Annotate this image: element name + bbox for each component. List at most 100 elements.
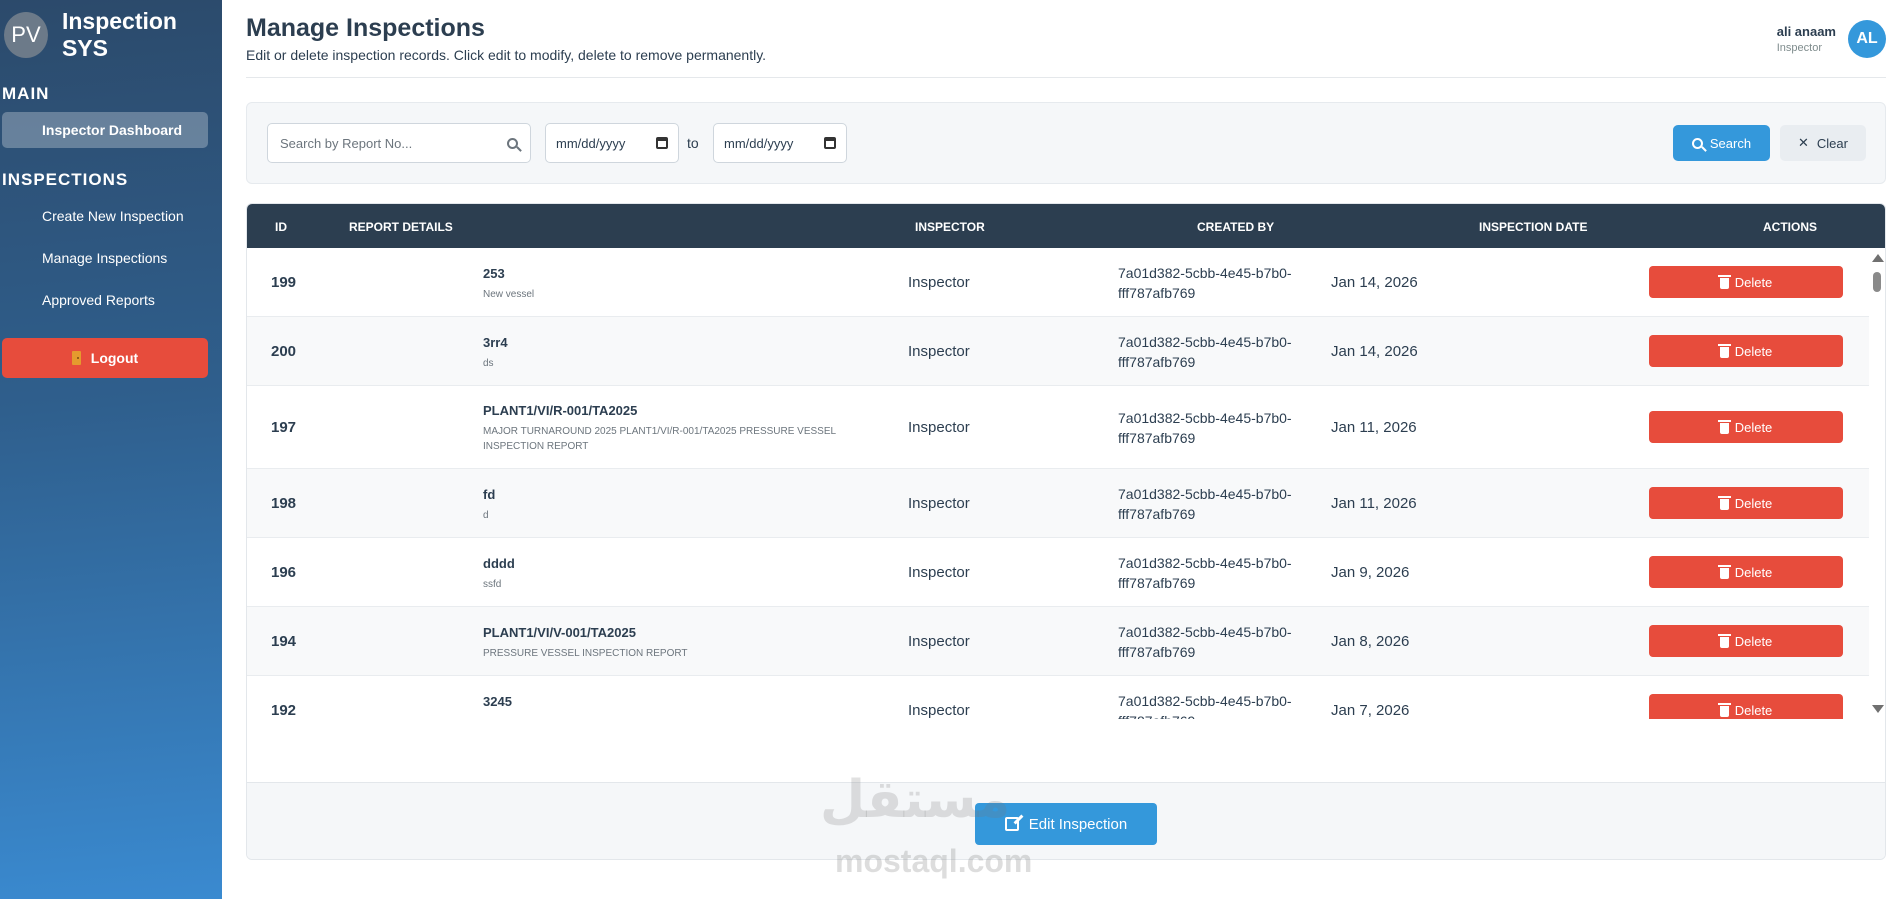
trash-icon <box>1717 702 1731 717</box>
row-created-by: 7a01d382-5cbb-4e45-b7b0-fff787afb769 <box>1118 486 1292 522</box>
scrollbar-thumb[interactable] <box>1873 272 1881 292</box>
delete-button[interactable]: Delete <box>1649 625 1843 657</box>
delete-button[interactable]: Delete <box>1649 487 1843 519</box>
table-body: 199 253 New vessel Inspector 7a01d382-5c… <box>247 248 1885 719</box>
user-menu[interactable]: ali anaam Inspector AL <box>1777 20 1886 58</box>
delete-button[interactable]: Delete <box>1649 335 1843 367</box>
door-icon <box>71 351 81 365</box>
delete-button[interactable]: Delete <box>1649 411 1843 443</box>
row-inspector: Inspector <box>908 495 970 512</box>
search-button[interactable]: Search <box>1673 125 1770 161</box>
search-box <box>267 123 531 163</box>
row-date: Jan 11, 2026 <box>1331 419 1417 436</box>
sidebar-item-manage[interactable]: Manage Inspections <box>2 240 208 276</box>
avatar[interactable]: AL <box>1848 20 1886 58</box>
sidebar-item-create[interactable]: Create New Inspection <box>2 198 208 234</box>
clear-button[interactable]: ✕ Clear <box>1780 125 1866 161</box>
row-created-by: 7a01d382-5cbb-4e45-b7b0-fff787afb769 <box>1118 334 1292 370</box>
brand: PV Inspection SYS <box>0 0 222 70</box>
table-row[interactable]: 200 3rr4 ds Inspector 7a01d382-5cbb-4e45… <box>247 317 1885 386</box>
row-report-title: fd <box>483 487 496 502</box>
row-id: 196 <box>271 564 297 581</box>
table-row[interactable]: 192 3245 Inspector 7a01d382-5cbb-4e45-b7… <box>247 676 1885 719</box>
row-report-title: 3245 <box>483 694 512 709</box>
row-created-by: 7a01d382-5cbb-4e45-b7b0-fff787afb769 <box>1118 265 1292 301</box>
row-inspector: Inspector <box>908 274 970 291</box>
search-icon[interactable] <box>507 137 518 149</box>
user-info: ali anaam Inspector <box>1777 24 1836 54</box>
date-range-to-label: to <box>687 135 699 151</box>
column-header-report-details: REPORT DETAILS <box>349 220 453 234</box>
row-id: 194 <box>271 633 297 650</box>
trash-icon <box>1717 495 1731 510</box>
delete-button[interactable]: Delete <box>1649 694 1843 719</box>
row-id: 197 <box>271 419 297 436</box>
row-created-by: 7a01d382-5cbb-4e45-b7b0-fff787afb769 <box>1118 624 1292 660</box>
date-to-input[interactable]: mm/dd/yyyy <box>713 123 847 163</box>
table-footer: Edit Inspection <box>247 782 1885 859</box>
trash-icon <box>1717 274 1731 289</box>
scroll-up-arrow-icon[interactable] <box>1872 254 1884 262</box>
watermark-text: mostaql.com <box>835 843 1033 879</box>
row-report-title: PLANT1/VI/V-001/TA2025 <box>483 625 636 640</box>
logout-button[interactable]: Logout <box>2 338 208 378</box>
row-id: 192 <box>271 702 297 719</box>
row-inspector: Inspector <box>908 633 970 650</box>
user-name: ali anaam <box>1776 24 1836 39</box>
calendar-icon[interactable] <box>656 137 668 149</box>
table-row[interactable]: 194 PLANT1/VI/V-001/TA2025 PRESSURE VESS… <box>247 607 1885 676</box>
scroll-down-arrow-icon[interactable] <box>1872 705 1884 713</box>
row-date: Jan 14, 2026 <box>1331 343 1418 360</box>
row-date: Jan 8, 2026 <box>1331 633 1410 650</box>
column-header-id: ID <box>275 220 287 234</box>
sidebar-item-approved[interactable]: Approved Reports <box>2 282 208 318</box>
table-row[interactable]: 196 dddd ssfd Inspector 7a01d382-5cbb-4e… <box>247 538 1885 607</box>
delete-label: Delete <box>1734 702 1773 718</box>
row-inspector: Inspector <box>908 419 970 436</box>
row-created-by: 7a01d382-5cbb-4e45-b7b0-fff787afb769 <box>1118 693 1292 719</box>
search-input[interactable] <box>280 135 507 151</box>
row-date: Jan 7, 2026 <box>1331 702 1410 719</box>
column-header-inspector: INSPECTOR <box>915 220 985 234</box>
trash-icon <box>1717 419 1731 434</box>
row-report-desc: PRESSURE VESSEL INSPECTION REPORT <box>483 648 688 659</box>
table-scrollbar[interactable] <box>1869 248 1885 719</box>
table-row[interactable]: 198 fd d Inspector 7a01d382-5cbb-4e45-b7… <box>247 469 1885 538</box>
edit-inspection-label: Edit Inspection <box>1028 815 1128 833</box>
row-date: Jan 11, 2026 <box>1331 495 1417 512</box>
page-subtitle: Edit or delete inspection records. Click… <box>246 47 767 63</box>
close-icon: ✕ <box>1798 135 1809 150</box>
date-from-input[interactable]: mm/dd/yyyy <box>545 123 679 163</box>
row-report-title: dddd <box>483 556 515 571</box>
row-created-by: 7a01d382-5cbb-4e45-b7b0-fff787afb769 <box>1118 410 1292 446</box>
row-report-desc: d <box>483 510 489 521</box>
nav-section-main: MAIN <box>2 84 50 103</box>
delete-button[interactable]: Delete <box>1649 556 1843 588</box>
row-inspector: Inspector <box>908 343 970 360</box>
brand-title: Inspection SYS <box>61 8 177 61</box>
user-role: Inspector <box>1776 42 1822 54</box>
row-report-desc: ssfd <box>483 579 502 590</box>
delete-button[interactable]: Delete <box>1649 266 1843 298</box>
row-id: 198 <box>271 495 297 512</box>
calendar-icon[interactable] <box>824 137 836 149</box>
delete-label: Delete <box>1734 495 1773 511</box>
delete-label: Delete <box>1734 343 1773 359</box>
row-id: 200 <box>271 343 297 360</box>
row-id: 199 <box>271 274 297 291</box>
table-row[interactable]: 199 253 New vessel Inspector 7a01d382-5c… <box>247 248 1885 317</box>
table-row[interactable]: 197 PLANT1/VI/R-001/TA2025 MAJOR TURNARO… <box>247 386 1885 469</box>
date-to-value: mm/dd/yyyy <box>724 135 794 151</box>
sidebar-item-dashboard[interactable]: Inspector Dashboard <box>2 112 208 148</box>
row-report-title: PLANT1/VI/R-001/TA2025 <box>483 403 638 418</box>
watermark-arabic: مستقل <box>820 771 1011 829</box>
row-report-title: 3rr4 <box>483 335 508 350</box>
row-inspector: Inspector <box>908 564 970 581</box>
row-report-title: 253 <box>483 266 505 281</box>
row-date: Jan 14, 2026 <box>1331 274 1418 291</box>
row-inspector: Inspector <box>908 702 970 719</box>
brand-logo: PV <box>4 12 48 58</box>
main-content: Manage Inspections Edit or delete inspec… <box>246 0 1886 899</box>
column-header-created-by: CREATED BY <box>1197 220 1275 234</box>
row-report-desc: ds <box>483 358 494 369</box>
